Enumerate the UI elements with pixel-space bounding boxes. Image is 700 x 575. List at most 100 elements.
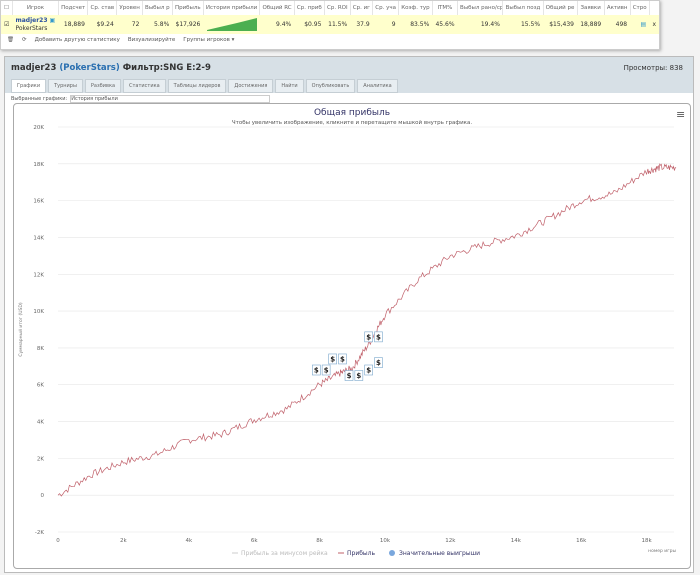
panel-title: madjer23 (PokerStars) Фильтр:SNG E:2-9 xyxy=(11,63,211,73)
views-count: Просмотры: 838 xyxy=(623,64,683,72)
column-header[interactable]: Выбыл р xyxy=(142,1,173,15)
column-header[interactable]: Заявки xyxy=(577,1,605,15)
column-header[interactable]: Ср. уча xyxy=(372,1,400,15)
tab-7[interactable]: Опубликовать xyxy=(305,79,356,93)
x-tick-label: 10k xyxy=(380,538,391,544)
y-tick-label: 12K xyxy=(33,272,44,278)
x-tick-label: 14k xyxy=(511,538,522,544)
column-header[interactable]: Ср. иг xyxy=(350,1,374,15)
x-tick-label: 16k xyxy=(576,538,587,544)
column-header[interactable]: Игрок xyxy=(12,1,59,15)
graph-select[interactable]: История прибыли xyxy=(70,95,271,103)
stat-cell: 18,889 xyxy=(58,15,88,34)
column-header[interactable]: Активн xyxy=(604,1,631,15)
column-header[interactable]: Коэф. тур xyxy=(398,1,433,15)
x-axis-label: номер игры xyxy=(648,549,676,554)
tab-4[interactable]: Таблицы лидеров xyxy=(167,79,227,93)
dollar-icon: $ xyxy=(376,333,381,341)
x-tick-label: 6k xyxy=(251,538,258,544)
y-tick-label: 8K xyxy=(37,346,44,352)
x-tick-label: 4k xyxy=(185,538,192,544)
remove-row-button[interactable]: x xyxy=(649,15,659,34)
x-tick-label: 8k xyxy=(316,538,323,544)
profit-chart[interactable]: Общая прибыль Чтобы увеличить изображение… xyxy=(13,103,691,569)
stat-cell: 72 xyxy=(116,15,143,34)
menu-icon[interactable]: ≡ xyxy=(676,108,685,121)
column-header[interactable]: Ср. приб xyxy=(294,1,325,15)
column-header[interactable]: Уровен xyxy=(116,1,143,15)
delete-icon[interactable]: 🗑 xyxy=(7,37,14,43)
column-header[interactable]: Ср. ROI xyxy=(324,1,351,15)
dollar-icon: $ xyxy=(366,333,371,341)
stat-cell: 18,889 xyxy=(577,15,605,34)
stat-cell: 9 xyxy=(372,15,399,34)
column-header[interactable]: Выбыл позд xyxy=(502,1,544,15)
tab-1[interactable]: Турниры xyxy=(48,79,83,93)
stats-table: ☐ Игрок Подсчет Ср. став Уровен Выбыл р Прибыл… xyxy=(0,0,660,50)
visualize-button[interactable]: Визуализируйте xyxy=(128,37,175,43)
stat-cell: 19.4% xyxy=(457,15,503,34)
y-tick-label: 20K xyxy=(33,125,44,131)
column-header[interactable]: Ср. став xyxy=(87,1,118,15)
stat-cell: 9.4% xyxy=(259,15,295,34)
x-tick-label: 2k xyxy=(120,538,127,544)
y-tick-label: 4K xyxy=(37,420,44,426)
x-tick-label: 18k xyxy=(642,538,653,544)
column-header[interactable]: Прибыль xyxy=(172,1,204,15)
stat-cell: 83.5% xyxy=(398,15,433,34)
stat-cell: $9.24 xyxy=(87,15,117,34)
dollar-icon: $ xyxy=(340,355,345,363)
chart-subtitle: Чтобы увеличить изображение, кликните и … xyxy=(232,119,472,126)
stat-cell: 37.9 xyxy=(350,15,373,34)
dollar-icon: $ xyxy=(347,372,352,380)
stat-cell: 498 xyxy=(604,15,631,34)
column-header[interactable]: История прибыли xyxy=(203,1,261,15)
column-header[interactable]: Стро xyxy=(630,1,650,15)
y-tick-label: 16K xyxy=(33,199,44,205)
dollar-icon: $ xyxy=(356,372,361,380)
site-label: PokerStars xyxy=(15,24,48,32)
tab-2[interactable]: Разбивка xyxy=(84,79,122,93)
legend-item-wins: Значительные выигрыши xyxy=(399,550,480,557)
profit-line xyxy=(57,163,677,497)
column-header[interactable]: Общий ре xyxy=(543,1,578,15)
column-header[interactable]: Общий RC xyxy=(259,1,295,15)
y-tick-label: 2K xyxy=(37,456,44,462)
row-checkbox[interactable]: ☑ xyxy=(1,15,13,34)
player-groups-dropdown[interactable]: Группы игроков ▾ xyxy=(183,37,234,43)
y-tick-label: 10K xyxy=(33,309,44,315)
legend-dot-wins xyxy=(389,550,395,556)
stat-cell: $0.95 xyxy=(294,15,325,34)
tab-6[interactable]: Найти xyxy=(275,79,304,93)
stat-cell: $17,926 xyxy=(172,15,204,34)
column-header[interactable]: Подсчет xyxy=(58,1,89,15)
add-stat-button[interactable]: Добавить другую статистику xyxy=(35,37,120,43)
tab-0[interactable]: Графики xyxy=(11,79,47,93)
stat-cell: 45.6% xyxy=(432,15,458,34)
stat-cell: 5.8% xyxy=(142,15,173,34)
y-tick-label: 0 xyxy=(41,493,45,499)
legend-item-rake: Прибыль за минусом рейка xyxy=(241,550,328,557)
selected-graphs-label: Выбранные графики: xyxy=(11,96,68,102)
stat-cell xyxy=(203,15,260,34)
tab-5[interactable]: Достижения xyxy=(228,79,274,93)
x-tick-label: 0 xyxy=(56,538,60,544)
refresh-icon[interactable]: ⟳ xyxy=(22,37,27,43)
column-header[interactable]: ITM% xyxy=(432,1,459,15)
y-tick-label: 6K xyxy=(37,383,44,389)
y-tick-label: 14K xyxy=(33,235,44,241)
player-link[interactable]: madjer23 xyxy=(15,17,47,24)
profit-sparkline xyxy=(206,17,257,31)
dollar-icon: $ xyxy=(330,355,335,363)
select-all-checkbox[interactable]: ☐ xyxy=(1,1,14,15)
column-header[interactable]: Выбыл рано/ср xyxy=(457,1,504,15)
y-axis-label: Суммарный итог (USD) xyxy=(17,302,24,357)
stat-cell: 15.5% xyxy=(502,15,544,34)
tab-8[interactable]: Аналитика xyxy=(357,79,398,93)
row-icon[interactable]: ▤ xyxy=(630,15,650,34)
chart-title: Общая прибыль xyxy=(314,108,390,118)
player-panel: madjer23 (PokerStars) Фильтр:SNG E:2-9 П… xyxy=(4,56,694,573)
screen-icon[interactable]: ▣ xyxy=(49,17,55,24)
tab-3[interactable]: Статистика xyxy=(123,79,166,93)
dollar-icon: $ xyxy=(366,367,371,375)
